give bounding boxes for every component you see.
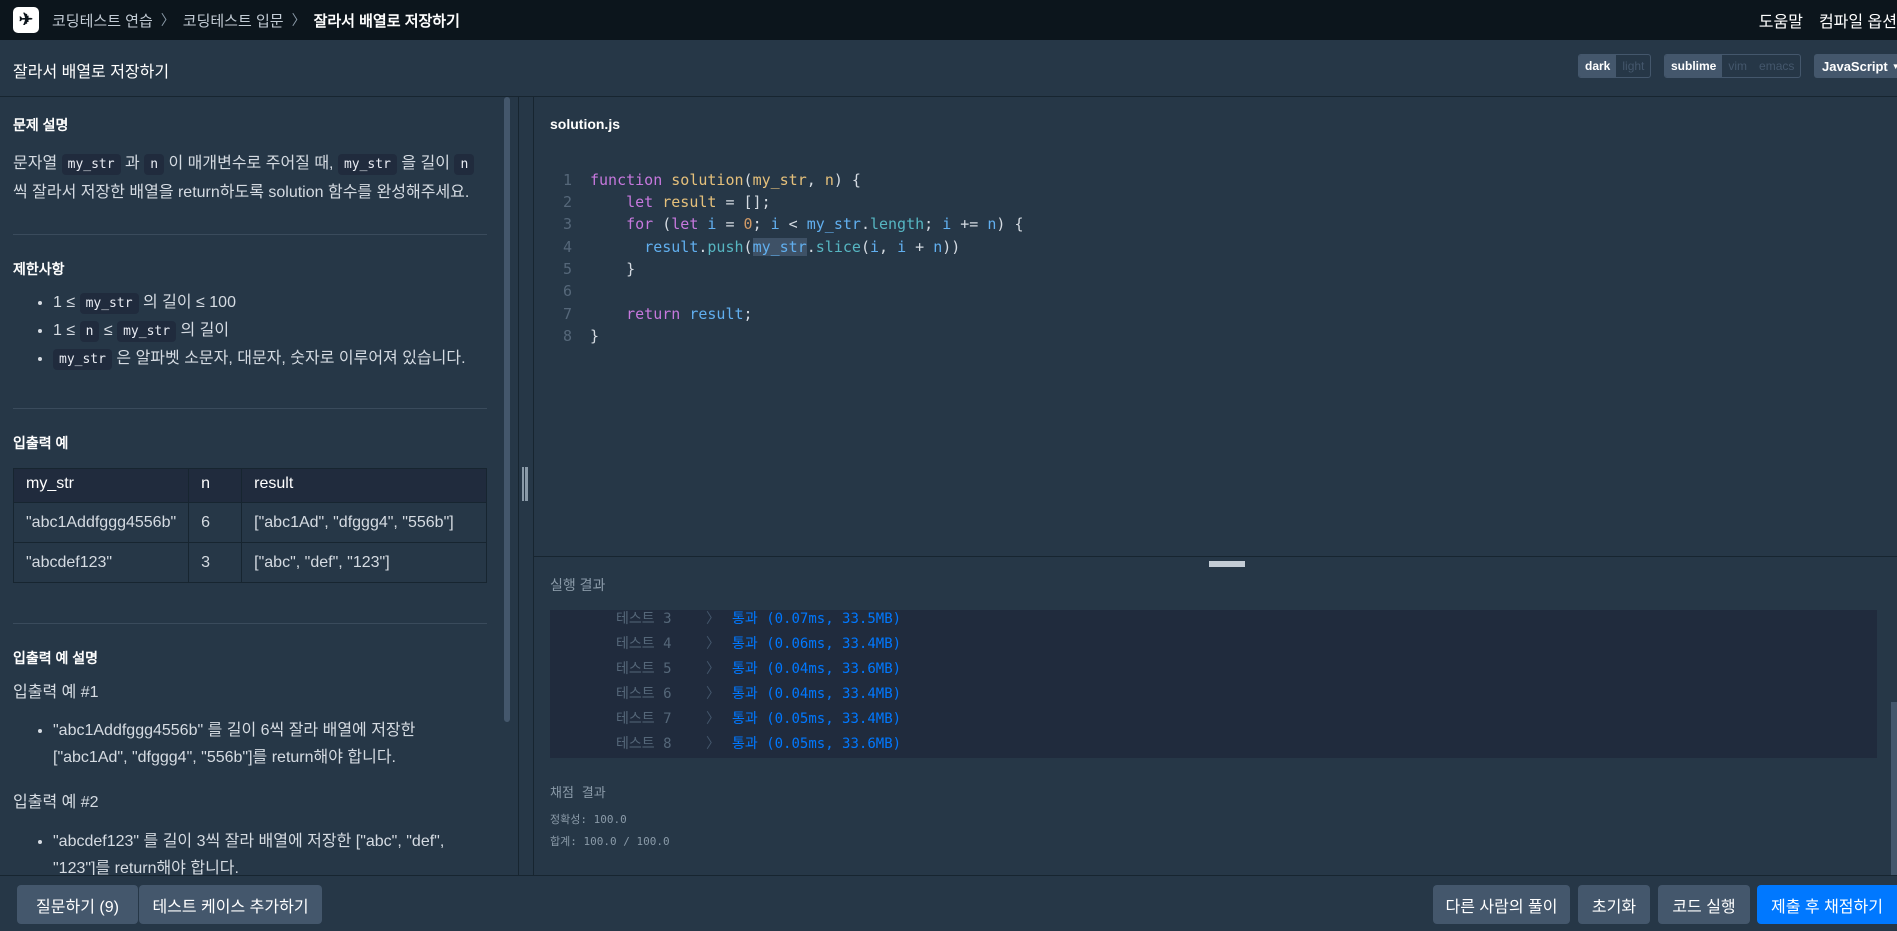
result-title: 실행 결과 — [550, 577, 606, 593]
code-n: n — [144, 154, 165, 175]
code-line: 2 let result = []; — [562, 193, 771, 211]
theme-light-button[interactable]: light — [1616, 55, 1650, 77]
test-results-list[interactable]: 테스트 3 〉 통과 (0.07ms, 33.5MB) 테스트 4 〉 통과 (0.06… — [550, 610, 1877, 758]
code-my-str: my_str — [337, 154, 397, 175]
breadcrumb-item-intro[interactable]: 코딩테스트 입문 — [183, 10, 284, 31]
table-header: result — [241, 468, 487, 503]
table-header: my_str — [12, 468, 190, 503]
constraint-item: 1 ≤ n ≤ my_str 의 길이 — [53, 317, 487, 345]
chevron-right-icon: 〉 — [291, 12, 306, 28]
action-bar: 질문하기 (9) 테스트 케이스 추가하기 다른 사람의 풀이 초기화 코드 실… — [0, 875, 1897, 931]
test-result-row: 테스트 6 〉 통과 (0.04ms, 33.4MB) — [616, 686, 902, 702]
caret-down-icon: ▼ — [1891, 61, 1897, 71]
code-my-str: my_str — [61, 154, 121, 175]
description-title: 문제 설명 — [13, 117, 69, 133]
page-title: 잘라서 배열로 저장하기 — [13, 64, 170, 81]
language-select-value: JavaScript — [1822, 58, 1888, 74]
explain-title: 입출력 예 설명 — [13, 650, 99, 666]
examples-title: 입출력 예 — [13, 435, 69, 451]
theme-toggle: dark light — [1578, 54, 1652, 78]
explain-item: "abc1Addfggg4556b" 를 길이 6씩 잘라 배열에 저장한 ["… — [53, 717, 487, 771]
examples-table: my_str n result "abc1Addfggg4556b" 6 ["a… — [12, 468, 487, 583]
table-header: n — [188, 468, 243, 503]
code-line: 5 } — [562, 260, 636, 278]
accuracy-score: 정확성: 100.0 — [550, 813, 627, 826]
constraint-item: my_str 은 알파벳 소문자, 대문자, 숫자로 이루어져 있습니다. — [53, 345, 487, 373]
breadcrumb-item-current: 잘라서 배열로 저장하기 — [313, 12, 460, 30]
keymap-vim-button[interactable]: vim — [1722, 55, 1753, 77]
help-link[interactable]: 도움말 — [1759, 8, 1803, 32]
code-line: 1 function solution(my_str, n) { — [562, 171, 861, 189]
submit-button[interactable]: 제출 후 채점하기 — [1757, 885, 1897, 924]
language-select[interactable]: JavaScript ▼ — [1814, 54, 1897, 78]
theme-dark-button[interactable]: dark — [1579, 55, 1617, 77]
result-header: 실행 결과 — [534, 566, 1897, 610]
grip-icon — [522, 467, 528, 501]
result-panel[interactable]: 테스트 3 〉 통과 (0.07ms, 33.5MB) 테스트 4 〉 통과 (0.06… — [534, 610, 1897, 875]
breadcrumb-item-practice[interactable]: 코딩테스트 연습 — [52, 10, 153, 31]
top-navigation: ✈ 코딩테스트 연습 〉 코딩테스트 입문 〉 잘라서 배열로 저장하기 도움말… — [0, 0, 1897, 40]
test-result-row: 테스트 3 〉 통과 (0.07ms, 33.5MB) — [616, 611, 902, 627]
test-result-row: 테스트 7 〉 통과 (0.05ms, 33.4MB) — [616, 711, 902, 727]
keymap-toggle: sublime vim emacs — [1664, 54, 1802, 78]
reset-button[interactable]: 초기화 — [1578, 885, 1650, 924]
grading-title: 채점 결과 — [550, 786, 606, 801]
constraints-title: 제한사항 — [13, 261, 65, 277]
code-editor[interactable]: 1 function solution(my_str, n) { 2 let re… — [534, 152, 1897, 556]
example2-explain: "abcdef123" 를 길이 3씩 잘라 배열에 저장한 ["abc", "… — [13, 828, 487, 875]
divider — [13, 408, 487, 409]
constraints-list: 1 ≤ my_str 의 길이 ≤ 100 1 ≤ n ≤ my_str 의 길… — [13, 289, 487, 373]
challenge-title-bar: 잘라서 배열로 저장하기 dark light sublime vim emac… — [0, 40, 1897, 97]
code-n: n — [454, 154, 475, 175]
editor-file-tab: solution.js — [534, 97, 1897, 153]
code-line: 6 — [562, 282, 572, 300]
editor-filename: solution.js — [550, 116, 620, 132]
chevron-right-icon: 〉 — [160, 12, 175, 28]
example2-title: 입출력 예 #2 — [13, 794, 99, 811]
compile-options-link[interactable]: 컴파일 옵션 — [1819, 8, 1897, 32]
constraint-item: 1 ≤ my_str 의 길이 ≤ 100 — [53, 289, 487, 317]
result-scrollbar[interactable] — [1891, 702, 1897, 875]
example1-explain: "abc1Addfggg4556b" 를 길이 6씩 잘라 배열에 저장한 ["… — [13, 717, 487, 771]
divider — [13, 234, 487, 235]
keymap-sublime-button[interactable]: sublime — [1665, 55, 1723, 77]
test-result-row: 테스트 8 〉 통과 (0.05ms, 33.6MB) — [616, 736, 902, 752]
question-button[interactable]: 질문하기 (9) — [17, 885, 138, 924]
explain-item: "abcdef123" 를 길이 3씩 잘라 배열에 저장한 ["abc", "… — [53, 828, 487, 875]
example1-title: 입출력 예 #1 — [13, 684, 99, 701]
code-line: 8} — [562, 327, 600, 345]
programmers-logo-icon[interactable]: ✈ — [13, 7, 39, 33]
panel-resize-handle[interactable] — [518, 97, 534, 875]
code-line: 7 return result; — [562, 305, 753, 323]
problem-scrollbar[interactable] — [504, 97, 510, 722]
run-code-button[interactable]: 코드 실행 — [1658, 885, 1750, 924]
code-line: 3 for (let i = 0; i < my_str.length; i +… — [562, 215, 1024, 233]
keymap-emacs-button[interactable]: emacs — [1753, 55, 1800, 77]
divider — [13, 623, 487, 624]
test-result-row: 테스트 4 〉 통과 (0.06ms, 33.4MB) — [616, 636, 902, 652]
test-result-row: 테스트 5 〉 통과 (0.04ms, 33.6MB) — [616, 661, 902, 677]
problem-description: 문자열 my_str 과 n 이 매개변수로 주어질 때, my_str 을 길… — [13, 150, 487, 207]
total-score: 합계: 100.0 / 100.0 — [550, 835, 670, 848]
others-solution-button[interactable]: 다른 사람의 풀이 — [1433, 885, 1570, 924]
table-row: "abcdef123" 3 ["abc", "def", "123"] — [12, 542, 487, 583]
table-row: "abc1Addfggg4556b" 6 ["abc1Ad", "dfggg4"… — [12, 502, 487, 543]
add-testcase-button[interactable]: 테스트 케이스 추가하기 — [139, 885, 322, 924]
code-line: 4 result.push(my_str.slice(i, i + n)) — [562, 238, 961, 256]
problem-panel[interactable]: 문제 설명 문자열 my_str 과 n 이 매개변수로 주어질 때, my_s… — [0, 97, 518, 875]
